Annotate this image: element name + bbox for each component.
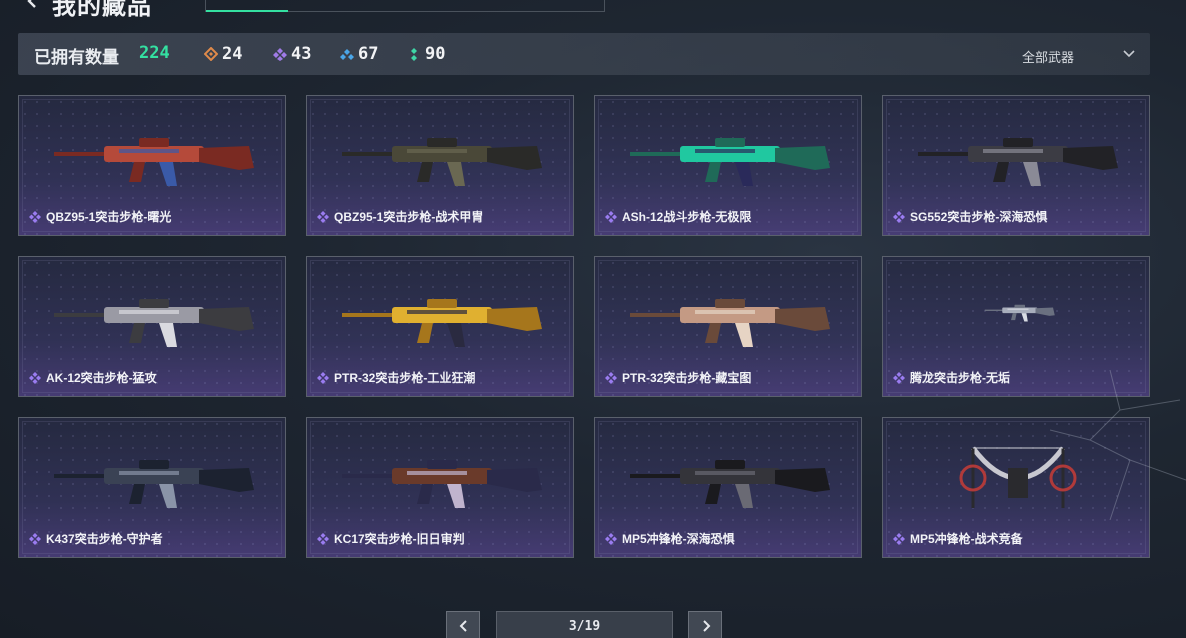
purple-diamond-icon — [317, 532, 329, 545]
next-page-button[interactable] — [688, 611, 722, 638]
item-name-row: QBZ95-1突击步枪-战术甲胄 — [317, 208, 483, 225]
item-name: K437突击步枪-守护者 — [46, 532, 163, 546]
collection-grid: QBZ95-1突击步枪-曙光 QBZ95-1突击步枪-战术甲胄 ASh-12战斗步枪… — [18, 95, 1151, 558]
rarity-orange-count: 24 — [204, 43, 242, 65]
item-name-row: PTR-32突击步枪-工业狂潮 — [317, 369, 475, 386]
purple-diamond-icon — [605, 371, 617, 384]
pagination: 3/19 — [0, 611, 1186, 638]
title-tab-strip[interactable] — [205, 0, 605, 12]
item-name: ASh-12战斗步枪-无极限 — [622, 210, 752, 224]
rarity-count: 43 — [291, 44, 312, 64]
item-name-row: AK-12突击步枪-猛攻 — [29, 369, 157, 386]
item-name: QBZ95-1突击步枪-战术甲胄 — [334, 210, 484, 224]
weapon-image — [54, 460, 254, 508]
collection-item-card[interactable]: KC17突击步枪-旧日审判 — [306, 417, 574, 558]
item-name: 腾龙突击步枪-无垢 — [910, 371, 1010, 385]
green-dots-icon — [411, 48, 417, 61]
purple-diamond-icon — [605, 210, 617, 223]
back-arrow-icon[interactable] — [26, 0, 40, 8]
purple-diamond-icon — [29, 371, 41, 384]
rarity-purple-count: 43 — [273, 43, 311, 65]
prev-page-button[interactable] — [446, 611, 480, 638]
owned-count-value: 224 — [139, 43, 170, 63]
item-name: MP5冲锋枪-深海恐惧 — [622, 532, 735, 546]
purple-diamond-icon — [317, 371, 329, 384]
item-name-row: QBZ95-1突击步枪-曙光 — [29, 208, 171, 225]
collection-item-card[interactable]: QBZ95-1突击步枪-战术甲胄 — [306, 95, 574, 236]
weapon-filter-value: 全部武器 — [1022, 50, 1075, 65]
rarity-count: 24 — [222, 44, 243, 64]
collection-item-card[interactable]: PTR-32突击步枪-工业狂潮 — [306, 256, 574, 397]
chevron-right-icon — [703, 620, 711, 632]
rarity-blue-count: 67 — [340, 43, 378, 65]
weapon-image — [54, 299, 254, 347]
shatter-decoration — [1050, 370, 1186, 520]
collection-item-card[interactable]: MP5冲锋枪-深海恐惧 — [594, 417, 862, 558]
weapon-image — [984, 304, 1055, 322]
purple-diamond-icon — [273, 48, 287, 61]
item-name: QBZ95-1突击步枪-曙光 — [46, 210, 172, 224]
collection-item-card[interactable]: PTR-32突击步枪-藏宝图 — [594, 256, 862, 397]
weapon-image — [54, 138, 254, 186]
item-name: SG552突击步枪-深海恐惧 — [910, 210, 1048, 224]
collection-item-card[interactable]: K437突击步枪-守护者 — [18, 417, 286, 558]
purple-diamond-icon — [893, 532, 905, 545]
blue-diamond-icon — [340, 49, 354, 60]
orange-diamond-icon — [204, 47, 218, 61]
chevron-down-icon — [1123, 50, 1135, 58]
purple-diamond-icon — [29, 532, 41, 545]
item-name-row: MP5冲锋枪-战术竞备 — [893, 530, 1023, 547]
weapon-image — [630, 138, 830, 186]
collection-item-card[interactable]: QBZ95-1突击步枪-曙光 — [18, 95, 286, 236]
purple-diamond-icon — [29, 210, 41, 223]
item-name-row: PTR-32突击步枪-藏宝图 — [605, 369, 751, 386]
weapon-image — [342, 138, 542, 186]
weapon-image — [918, 138, 1118, 186]
collection-item-card[interactable]: ASh-12战斗步枪-无极限 — [594, 95, 862, 236]
rarity-count: 90 — [425, 44, 446, 64]
weapon-image — [342, 299, 542, 347]
page-indicator-text: 3/19 — [568, 619, 601, 634]
weapon-image — [630, 460, 830, 508]
item-name: PTR-32突击步枪-工业狂潮 — [334, 371, 476, 385]
purple-diamond-icon — [605, 532, 617, 545]
weapon-image — [342, 460, 542, 508]
weapon-filter-dropdown[interactable]: 全部武器 — [1022, 45, 1142, 65]
item-name-row: SG552突击步枪-深海恐惧 — [893, 208, 1047, 225]
page-title: 我的藏品 — [52, 0, 152, 20]
purple-diamond-icon — [317, 210, 329, 223]
top-header: 我的藏品 — [0, 0, 1186, 20]
item-name-row: MP5冲锋枪-深海恐惧 — [605, 530, 735, 547]
page-indicator: 3/19 — [496, 611, 673, 638]
rarity-green-count: 90 — [407, 43, 445, 65]
chevron-left-icon — [459, 620, 467, 632]
owned-count-label: 已拥有数量 — [34, 48, 119, 67]
purple-diamond-icon — [893, 210, 905, 223]
collection-item-card[interactable]: AK-12突击步枪-猛攻 — [18, 256, 286, 397]
collection-stats-bar: 已拥有数量 224 24 43 67 90 全部武器 — [18, 33, 1150, 75]
item-name-row: 腾龙突击步枪-无垢 — [893, 369, 1010, 386]
item-name: KC17突击步枪-旧日审判 — [334, 532, 465, 546]
item-name: MP5冲锋枪-战术竞备 — [910, 532, 1023, 546]
purple-diamond-icon — [893, 371, 905, 384]
collection-item-card[interactable]: SG552突击步枪-深海恐惧 — [882, 95, 1150, 236]
item-name: AK-12突击步枪-猛攻 — [46, 371, 157, 385]
weapon-image — [630, 299, 830, 347]
rarity-count: 67 — [358, 44, 379, 64]
item-name: PTR-32突击步枪-藏宝图 — [622, 371, 752, 385]
item-name-row: ASh-12战斗步枪-无极限 — [605, 208, 751, 225]
item-name-row: KC17突击步枪-旧日审判 — [317, 530, 465, 547]
item-name-row: K437突击步枪-守护者 — [29, 530, 163, 547]
active-tab-indicator — [206, 10, 288, 12]
